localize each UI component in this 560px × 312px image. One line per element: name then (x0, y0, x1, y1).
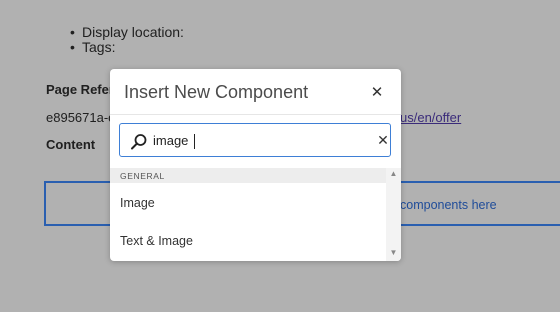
search-field[interactable]: ✕ (119, 123, 391, 157)
clear-search-icon[interactable]: ✕ (376, 132, 390, 148)
component-list: GENERAL Image Text & Image ▲ ▼ (110, 168, 401, 261)
text-caret (194, 134, 195, 149)
list-item: Tags: (70, 40, 184, 56)
dropzone-hint: components here (400, 198, 497, 212)
content-heading: Content (46, 137, 96, 152)
component-item-image[interactable]: Image (110, 184, 386, 222)
properties-list: Display location: Tags: (70, 25, 184, 56)
search-input[interactable] (153, 131, 363, 149)
insert-component-dialog: Insert New Component ✕ ✕ GENERAL Image T… (110, 69, 401, 261)
page-reference-value: e895671a-c (46, 110, 115, 125)
component-item-text-image[interactable]: Text & Image (110, 222, 386, 260)
group-header: GENERAL (110, 168, 386, 183)
scroll-up-icon[interactable]: ▲ (389, 169, 398, 178)
scrollbar[interactable]: ▲ ▼ (386, 168, 401, 261)
dialog-title: Insert New Component (124, 82, 309, 102)
scroll-down-icon[interactable]: ▼ (389, 248, 398, 257)
search-icon (131, 134, 147, 150)
list-item: Display location: (70, 25, 184, 41)
page-reference-link[interactable]: us/en/offer (400, 110, 461, 125)
divider (110, 114, 401, 115)
close-icon[interactable]: ✕ (366, 81, 388, 103)
